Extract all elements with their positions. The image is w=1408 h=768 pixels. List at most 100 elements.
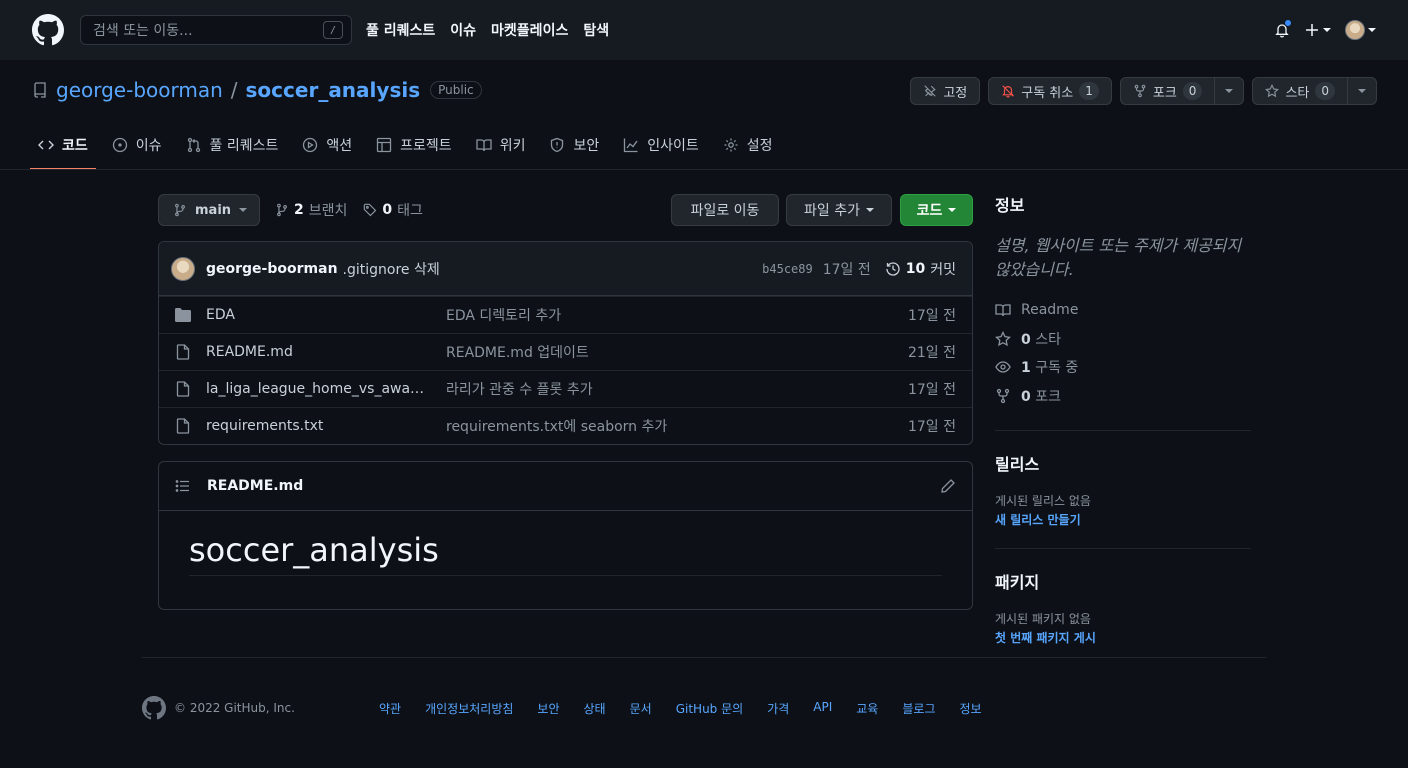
repo-name-link[interactable]: soccer_analysis [246,78,421,102]
branch-select-button[interactable]: main [158,194,260,226]
repo-actions: 고정 구독 취소 1 포크 0 스타 0 [910,77,1377,105]
about-description: 설명, 웹사이트 또는 주제가 제공되지 않았습니다. [995,236,1242,279]
file-commit-message-link[interactable]: 라리가 관중 수 플롯 추가 [446,379,908,399]
forks-link[interactable]: 0 포크 [995,382,1251,411]
footer-link-api[interactable]: API [813,700,832,717]
fork-label: 포크 [1152,85,1177,101]
footer-link-blog[interactable]: 블로그 [902,700,935,717]
branches-label: 브랜치 [308,203,348,219]
tab-actions[interactable]: 액션 [294,122,360,168]
star-button[interactable]: 스타 0 [1253,78,1347,104]
go-to-file-button[interactable]: 파일로 이동 [671,194,779,226]
chevron-down-icon [239,208,248,212]
branches-link[interactable]: 2 브랜치 [275,200,347,220]
tab-wiki[interactable]: 위키 [468,122,534,168]
tab-settings[interactable]: 설정 [715,122,781,168]
file-browser: george-boorman .gitignore 삭제 b45ce89 17일… [158,241,973,445]
pencil-icon[interactable] [940,478,956,494]
watchers-link[interactable]: 1 구독 중 [995,353,1251,382]
avatar[interactable] [171,256,195,281]
commit-sha-link[interactable]: b45ce89 [762,262,813,276]
create-release-link[interactable]: 새 릴리스 만들기 [995,511,1251,528]
add-file-button[interactable]: 파일 추가 [786,194,892,226]
releases-section: 릴리스 게시된 릴리스 없음 새 릴리스 만들기 [995,431,1251,528]
table-row[interactable]: EDA EDA 디렉토리 추가 17일 전 [159,296,972,333]
fork-dropdown-button[interactable] [1214,78,1243,104]
star-dropdown-button[interactable] [1347,78,1376,104]
file-name-link[interactable]: EDA [206,307,430,323]
sidebar-stars-count: 0 [1021,331,1031,348]
footer-link-contact[interactable]: GitHub 문의 [676,700,743,717]
footer-link-pricing[interactable]: 가격 [767,700,789,717]
book-icon [476,139,492,152]
commit-message-link[interactable]: .gitignore 삭제 [343,259,440,279]
code-label: 코드 [916,203,943,219]
footer-link-docs[interactable]: 문서 [630,700,652,717]
unread-notification-dot [1284,19,1292,27]
fork-button-group: 포크 0 [1119,77,1245,105]
global-nav-pull-requests[interactable]: 풀 리퀘스트 [366,20,435,40]
table-row[interactable]: la_liga_league_home_vs_away_att... 라리가 관… [159,370,972,407]
star-icon [1265,84,1280,98]
footer-link-status[interactable]: 상태 [584,700,606,717]
releases-title[interactable]: 릴리스 [995,451,1251,475]
stars-link[interactable]: 0 스타 [995,325,1251,354]
readme-link[interactable]: Readme [995,296,1251,325]
global-nav-marketplace[interactable]: 마켓플레이스 [491,20,568,40]
footer-link-terms[interactable]: 약관 [379,700,401,717]
commit-history-link[interactable]: 10 커밋 [885,259,956,279]
site-footer: © 2022 GitHub, Inc. 약관 개인정보처리방침 보안 상태 문서… [142,696,1266,720]
file-age: 17일 전 [907,308,956,324]
packages-title[interactable]: 패키지 [995,569,1251,593]
tab-security[interactable]: 보안 [541,122,607,168]
create-new-button[interactable] [1304,22,1331,38]
user-menu-button[interactable] [1345,20,1376,40]
footer-link-about[interactable]: 정보 [959,700,981,717]
global-nav-issues[interactable]: 이슈 [450,20,476,40]
file-name-link[interactable]: README.md [206,344,430,360]
notifications-button[interactable] [1274,19,1292,38]
fork-button[interactable]: 포크 0 [1121,78,1215,104]
readme-content: soccer_analysis [159,511,972,576]
search-placeholder: 검색 또는 이동... [93,23,193,39]
visibility-badge: Public [430,81,482,99]
list-icon[interactable] [175,478,191,494]
branch-icon [277,203,287,217]
readme-filename[interactable]: README.md [207,478,303,494]
sidebar-watching-count: 1 [1021,360,1031,377]
table-row[interactable]: requirements.txt requirements.txt에 seabo… [159,407,972,444]
bell-slash-icon [1002,85,1015,98]
search-input[interactable]: 검색 또는 이동... / [80,15,352,45]
github-mark-icon[interactable] [142,696,166,720]
chevron-down-icon [948,208,957,212]
file-name-link[interactable]: la_liga_league_home_vs_away_att... [206,381,430,397]
footer-link-privacy[interactable]: 개인정보처리방침 [425,700,513,717]
tab-code[interactable]: 코드 [30,122,96,170]
add-file-label: 파일 추가 [804,203,860,219]
tags-link[interactable]: 0 태그 [363,200,423,220]
code-button[interactable]: 코드 [900,194,973,226]
global-nav-explore[interactable]: 탐색 [583,20,609,40]
file-name-link[interactable]: requirements.txt [206,418,430,434]
pin-button[interactable]: 고정 [910,77,981,105]
file-commit-message-link[interactable]: README.md 업데이트 [446,342,908,362]
latest-commit-bar: george-boorman .gitignore 삭제 b45ce89 17일… [159,242,972,296]
tab-pull-requests[interactable]: 풀 리퀘스트 [178,122,287,168]
sidebar-forks-count: 0 [1021,389,1031,406]
tab-insights[interactable]: 인사이트 [615,122,707,168]
github-logo-icon[interactable] [32,14,64,46]
footer-link-training[interactable]: 교육 [856,700,878,717]
file-commit-message-link[interactable]: requirements.txt에 seaborn 추가 [446,416,908,436]
unwatch-button[interactable]: 구독 취소 1 [988,77,1112,105]
file-age: 17일 전 [907,419,956,435]
table-row[interactable]: README.md README.md 업데이트 21일 전 [159,333,972,370]
file-commit-message-link[interactable]: EDA 디렉토리 추가 [446,305,908,325]
footer-link-security[interactable]: 보안 [537,700,559,717]
commit-author-link[interactable]: george-boorman [206,261,338,277]
repo-owner-link[interactable]: george-boorman [56,78,223,102]
tab-issues[interactable]: 이슈 [104,122,170,168]
tab-projects[interactable]: 프로젝트 [368,122,460,168]
publish-package-link[interactable]: 첫 번째 패키지 게시 [995,629,1251,646]
chevron-down-icon [1358,89,1366,93]
tags-label: 태그 [397,203,423,219]
